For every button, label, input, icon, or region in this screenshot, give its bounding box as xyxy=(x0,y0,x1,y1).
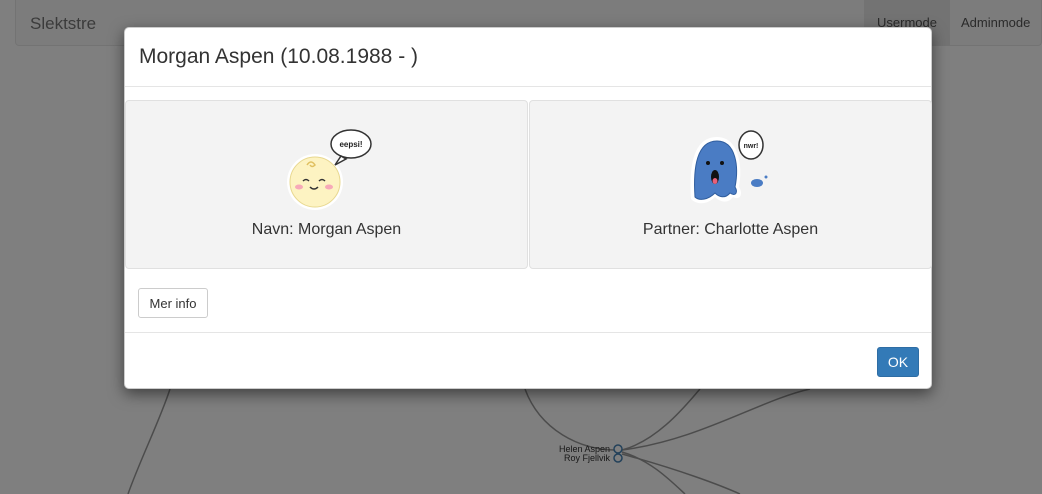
modal-header: Morgan Aspen (10.08.1988 - ) xyxy=(125,28,931,87)
partner-card: nwr! Partner: Charlotte Aspen xyxy=(529,100,932,269)
more-info-button[interactable]: Mer info xyxy=(138,288,208,318)
person-card: eepsi! Navn: Morgan Aspen xyxy=(125,100,528,269)
partner-bubble-text: nwr! xyxy=(743,143,758,150)
modal-title: Morgan Aspen (10.08.1988 - ) xyxy=(139,45,419,68)
partner-name-label: Partner: Charlotte Aspen xyxy=(642,221,819,238)
person-name-label: Navn: Morgan Aspen xyxy=(251,221,402,238)
modal-footer: OK xyxy=(125,332,931,389)
person-dialog: Morgan Aspen (10.08.1988 - ) eepsi! Navn… xyxy=(124,27,932,389)
baby-avatar-icon: eepsi! xyxy=(277,127,377,217)
modal-body: eepsi! Navn: Morgan Aspen nwr! Partner: … xyxy=(125,87,932,332)
person-bubble-text: eepsi! xyxy=(339,140,362,149)
ghost-avatar-icon: nwr! xyxy=(681,127,781,217)
ok-button[interactable]: OK xyxy=(877,347,919,377)
